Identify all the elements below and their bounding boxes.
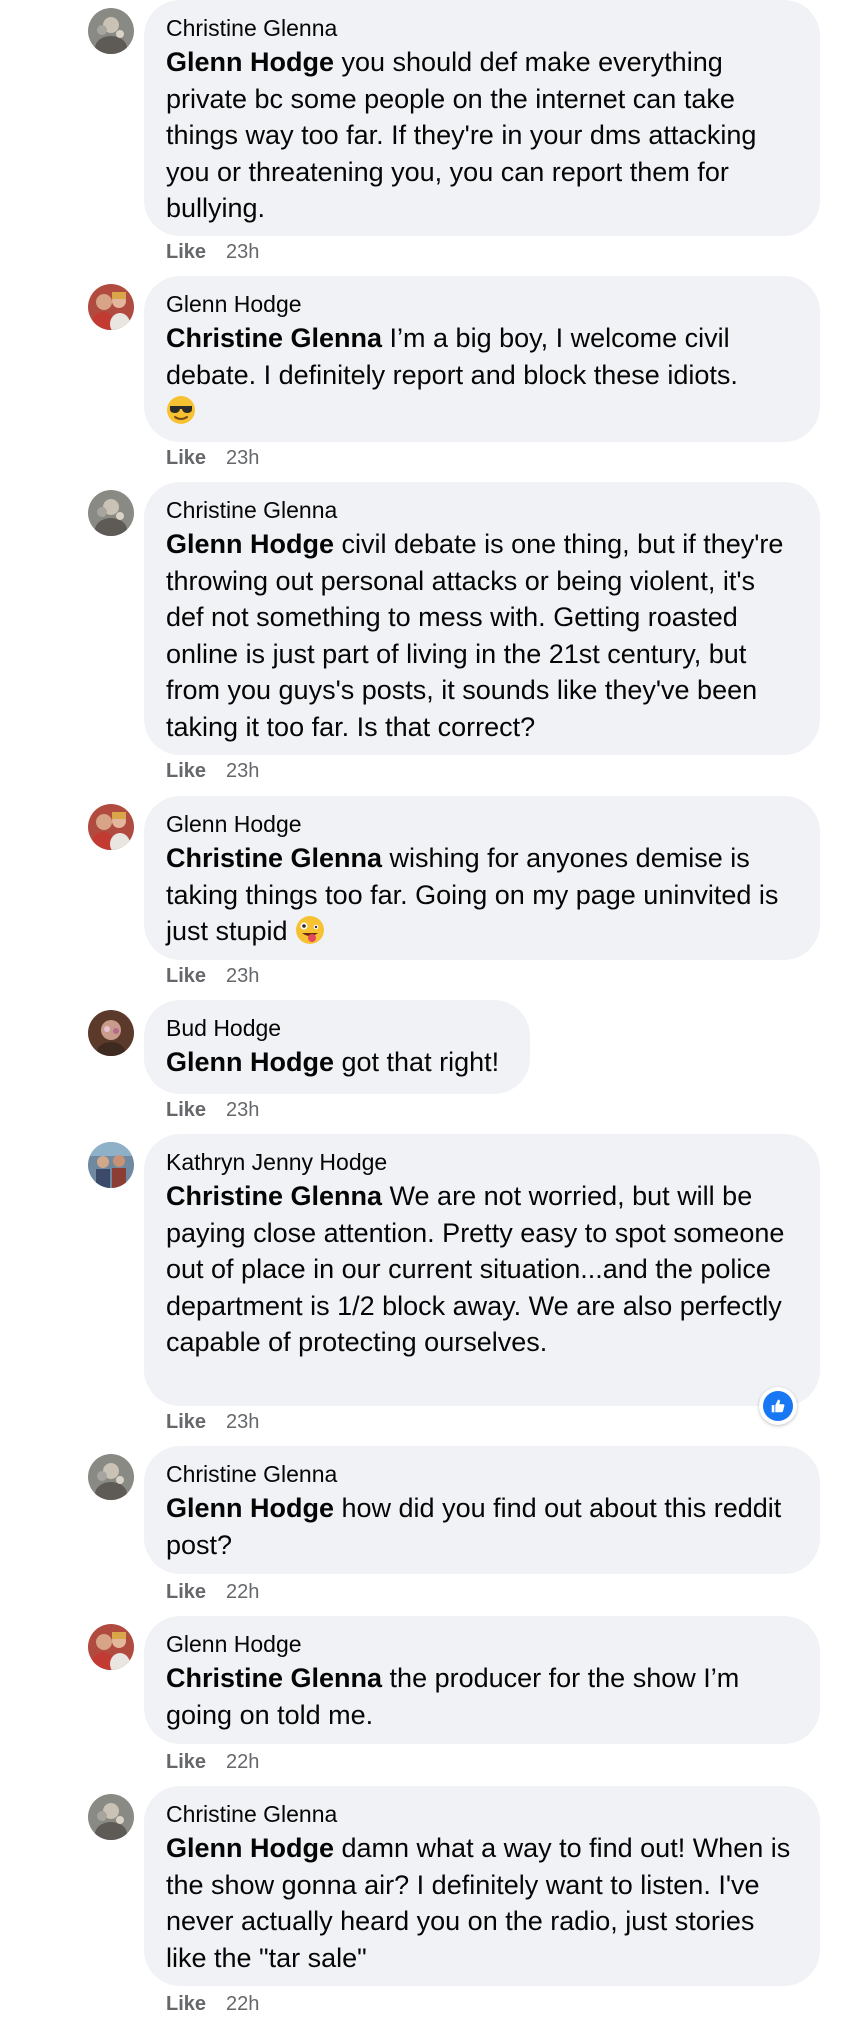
comment-actions: Like 23h: [166, 759, 259, 783]
thumbs-up-icon: [763, 1391, 793, 1421]
comment-timestamp[interactable]: 23h: [226, 1099, 259, 1121]
comment-bubble: Christine Glenna Glenn Hodge damn what a…: [144, 1786, 820, 1986]
comment-actions: Like 23h: [166, 1410, 259, 1434]
like-button[interactable]: Like: [166, 1751, 206, 1773]
mention-link[interactable]: Glenn Hodge: [166, 1493, 334, 1523]
comment-text: Glenn Hodge civil debate is one thing, b…: [166, 526, 798, 745]
avatar-christine-glenna[interactable]: [88, 8, 134, 54]
comment-body: civil debate is one thing, but if they'r…: [166, 529, 784, 742]
comment-text: Glenn Hodge how did you find out about t…: [166, 1490, 798, 1563]
comment-text: Christine Glenna I’m a big boy, I welcom…: [166, 320, 798, 430]
mention-link[interactable]: Christine Glenna: [166, 323, 382, 353]
comment-author[interactable]: Glenn Hodge: [166, 1630, 798, 1658]
comment-bubble: Bud Hodge Glenn Hodge got that right!: [144, 1000, 530, 1094]
comment-text: Christine Glenna We are not worried, but…: [166, 1178, 798, 1361]
avatar-bud-hodge[interactable]: [88, 1010, 134, 1056]
reaction-badge[interactable]: [759, 1387, 797, 1425]
comment-actions: Like 23h: [166, 1098, 259, 1122]
like-button[interactable]: Like: [166, 447, 206, 469]
comment-timestamp[interactable]: 23h: [226, 965, 259, 987]
comment-author[interactable]: Glenn Hodge: [166, 290, 798, 318]
comment-actions: Like 22h: [166, 1580, 259, 1604]
comment-text: Christine Glenna wishing for anyones dem…: [166, 840, 798, 950]
like-button[interactable]: Like: [166, 760, 206, 782]
comment-author[interactable]: Bud Hodge: [166, 1014, 508, 1042]
comment-actions: Like 22h: [166, 1750, 259, 1774]
mention-link[interactable]: Glenn Hodge: [166, 1833, 334, 1863]
avatar-christine-glenna[interactable]: [88, 490, 134, 536]
comment-bubble: Christine Glenna Glenn Hodge you should …: [144, 0, 820, 236]
comment-text: Glenn Hodge damn what a way to find out!…: [166, 1830, 798, 1976]
mention-link[interactable]: Glenn Hodge: [166, 1047, 334, 1077]
comment-text: Glenn Hodge you should def make everythi…: [166, 44, 798, 227]
mention-link[interactable]: Christine Glenna: [166, 1181, 382, 1211]
mention-link[interactable]: Glenn Hodge: [166, 529, 334, 559]
comment-bubble: Glenn Hodge Christine Glenna the produce…: [144, 1616, 820, 1744]
comment-timestamp[interactable]: 23h: [226, 760, 259, 782]
like-button[interactable]: Like: [166, 1411, 206, 1433]
comment-author[interactable]: Kathryn Jenny Hodge: [166, 1148, 798, 1176]
zany-face-emoji-icon: [295, 915, 325, 945]
comment-actions: Like 22h: [166, 1992, 259, 2016]
comment-bubble: Christine Glenna Glenn Hodge civil debat…: [144, 482, 820, 755]
sunglasses-emoji-icon: [166, 395, 196, 425]
comment-timestamp[interactable]: 22h: [226, 1751, 259, 1773]
avatar-kathryn-jenny-hodge[interactable]: [88, 1142, 134, 1188]
comment-author[interactable]: Christine Glenna: [166, 1800, 798, 1828]
mention-link[interactable]: Glenn Hodge: [166, 47, 334, 77]
like-button[interactable]: Like: [166, 1099, 206, 1121]
comment-actions: Like 23h: [166, 964, 259, 988]
comment-text: Christine Glenna the producer for the sh…: [166, 1660, 798, 1733]
mention-link[interactable]: Christine Glenna: [166, 843, 382, 873]
mention-link[interactable]: Christine Glenna: [166, 1663, 382, 1693]
like-button[interactable]: Like: [166, 1993, 206, 2015]
comment-actions: Like 23h: [166, 446, 259, 470]
avatar-christine-glenna[interactable]: [88, 1794, 134, 1840]
comment-timestamp[interactable]: 23h: [226, 1411, 259, 1433]
avatar-glenn-hodge[interactable]: [88, 1624, 134, 1670]
comment-timestamp[interactable]: 22h: [226, 1993, 259, 2015]
comment-author[interactable]: Christine Glenna: [166, 1460, 798, 1488]
like-button[interactable]: Like: [166, 241, 206, 263]
comment-body: got that right!: [334, 1047, 500, 1077]
comment-author[interactable]: Christine Glenna: [166, 496, 798, 524]
comment-bubble: Glenn Hodge Christine Glenna wishing for…: [144, 796, 820, 960]
comment-author[interactable]: Glenn Hodge: [166, 810, 798, 838]
comment-author[interactable]: Christine Glenna: [166, 14, 798, 42]
comment-bubble: Kathryn Jenny Hodge Christine Glenna We …: [144, 1134, 820, 1406]
comment-timestamp[interactable]: 23h: [226, 241, 259, 263]
comment-timestamp[interactable]: 23h: [226, 447, 259, 469]
comment-timestamp[interactable]: 22h: [226, 1581, 259, 1603]
comment-text: Glenn Hodge got that right!: [166, 1044, 508, 1081]
avatar-glenn-hodge[interactable]: [88, 284, 134, 330]
avatar-christine-glenna[interactable]: [88, 1454, 134, 1500]
like-button[interactable]: Like: [166, 1581, 206, 1603]
comment-bubble: Glenn Hodge Christine Glenna I’m a big b…: [144, 276, 820, 442]
like-button[interactable]: Like: [166, 965, 206, 987]
comment-actions: Like 23h: [166, 240, 259, 264]
comment-bubble: Christine Glenna Glenn Hodge how did you…: [144, 1446, 820, 1574]
avatar-glenn-hodge[interactable]: [88, 804, 134, 850]
comment-thread: Christine Glenna Glenn Hodge you should …: [0, 0, 860, 2020]
